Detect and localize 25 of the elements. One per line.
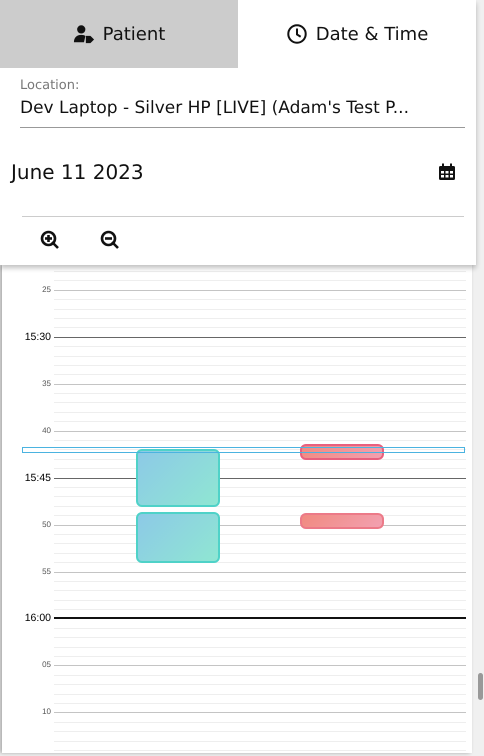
clock-icon [286, 23, 308, 45]
date-text: June 11 2023 [11, 160, 144, 184]
scrollbar-thumb[interactable] [478, 673, 483, 700]
time-label: 35 [41, 378, 52, 389]
zoom-out-button[interactable] [100, 230, 120, 250]
zoom-in-icon [40, 230, 60, 250]
time-label: 05 [41, 660, 52, 670]
field-label: Location: [20, 78, 80, 93]
zoom-in-button[interactable] [40, 230, 60, 250]
calendar-icon [438, 163, 456, 181]
time-label: 40 [41, 426, 52, 436]
tab[interactable]: Patient [0, 0, 238, 68]
location-field[interactable]: Dev Laptop - Silver HP [LIVE] (Adam's Test P... [20, 93, 465, 128]
time-label: 10 [41, 707, 52, 718]
tab[interactable]: Date & Time [238, 0, 476, 68]
appointment-block[interactable] [300, 512, 384, 529]
time-label: 25 [41, 284, 52, 295]
time-label: 50 [41, 520, 52, 530]
person-tag-icon [72, 23, 95, 45]
time-label: 15:30 [24, 330, 52, 343]
time-label: 16:00 [24, 612, 52, 624]
time-label: 55 [41, 566, 52, 576]
calendar-button[interactable] [438, 163, 456, 181]
zoom-out-icon [100, 230, 120, 250]
time-label: 15:45 [24, 472, 52, 484]
